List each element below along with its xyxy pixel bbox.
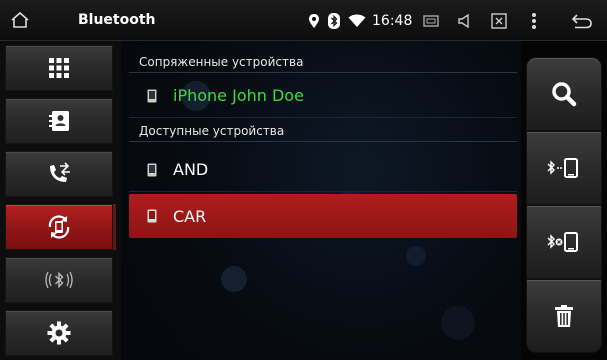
location-icon bbox=[308, 13, 320, 29]
home-icon bbox=[11, 11, 29, 28]
search-icon bbox=[552, 82, 577, 107]
bluetooth-disconnect-icon bbox=[547, 232, 578, 252]
sidebar-item-dialpad[interactable] bbox=[5, 45, 113, 91]
connect-device-button[interactable] bbox=[526, 131, 602, 205]
status-bar: Bluetooth 16:48 bbox=[0, 0, 607, 41]
phone-icon bbox=[147, 89, 157, 102]
phone-sync-icon bbox=[48, 215, 70, 239]
sidebar bbox=[0, 41, 121, 360]
app-title: Bluetooth bbox=[78, 12, 156, 28]
sidebar-item-settings[interactable] bbox=[5, 310, 113, 356]
device-list-panel: Сопряженные устройства iPhone John Doe Д… bbox=[121, 41, 521, 360]
paired-device-row[interactable]: iPhone John Doe bbox=[129, 74, 517, 118]
back-button[interactable] bbox=[567, 0, 597, 41]
paired-devices-header: Сопряженные устройства bbox=[129, 52, 517, 73]
action-column bbox=[521, 41, 607, 360]
sidebar-item-call-log[interactable] bbox=[5, 151, 113, 197]
disconnect-device-button[interactable] bbox=[526, 205, 602, 279]
search-devices-button[interactable] bbox=[526, 57, 602, 131]
trash-icon bbox=[555, 305, 573, 327]
active-indicator bbox=[113, 204, 116, 250]
sidebar-item-bt-music[interactable] bbox=[5, 257, 113, 303]
available-devices-header: Доступные устройства bbox=[129, 121, 517, 142]
sidebar-item-contacts[interactable] bbox=[5, 98, 113, 144]
more-vert-icon bbox=[532, 12, 536, 29]
screen-button[interactable] bbox=[416, 0, 446, 41]
gear-icon bbox=[47, 321, 71, 345]
clock-time: 16:48 bbox=[372, 12, 413, 29]
background-bokeh bbox=[406, 246, 426, 266]
sidebar-item-devices[interactable] bbox=[5, 204, 113, 250]
available-device-name: AND bbox=[173, 160, 209, 179]
bluetooth-icon bbox=[328, 12, 340, 29]
close-window-button[interactable] bbox=[484, 0, 514, 41]
back-icon bbox=[571, 13, 592, 28]
screen-icon bbox=[423, 14, 439, 27]
background-bokeh bbox=[221, 266, 247, 292]
contacts-icon bbox=[49, 111, 69, 131]
more-menu-button[interactable] bbox=[519, 0, 549, 41]
bluetooth-connect-icon bbox=[547, 158, 578, 178]
home-button[interactable] bbox=[0, 0, 40, 41]
volume-icon bbox=[458, 13, 469, 28]
dialpad-icon bbox=[49, 58, 69, 78]
available-device-row-selected[interactable]: CAR bbox=[129, 194, 517, 238]
wifi-icon bbox=[348, 14, 366, 28]
delete-device-button[interactable] bbox=[526, 279, 602, 353]
call-transfer-icon bbox=[50, 162, 70, 182]
phone-icon bbox=[147, 209, 157, 223]
available-device-row[interactable]: AND bbox=[129, 148, 517, 192]
status-indicators: 16:48 bbox=[308, 0, 412, 41]
bluetooth-audio-icon bbox=[45, 271, 73, 289]
volume-button[interactable] bbox=[450, 0, 480, 41]
phone-icon bbox=[147, 163, 157, 176]
close-window-icon bbox=[491, 12, 507, 29]
background-bokeh bbox=[441, 306, 475, 340]
paired-device-name: iPhone John Doe bbox=[173, 86, 304, 105]
available-device-name: CAR bbox=[173, 206, 207, 226]
